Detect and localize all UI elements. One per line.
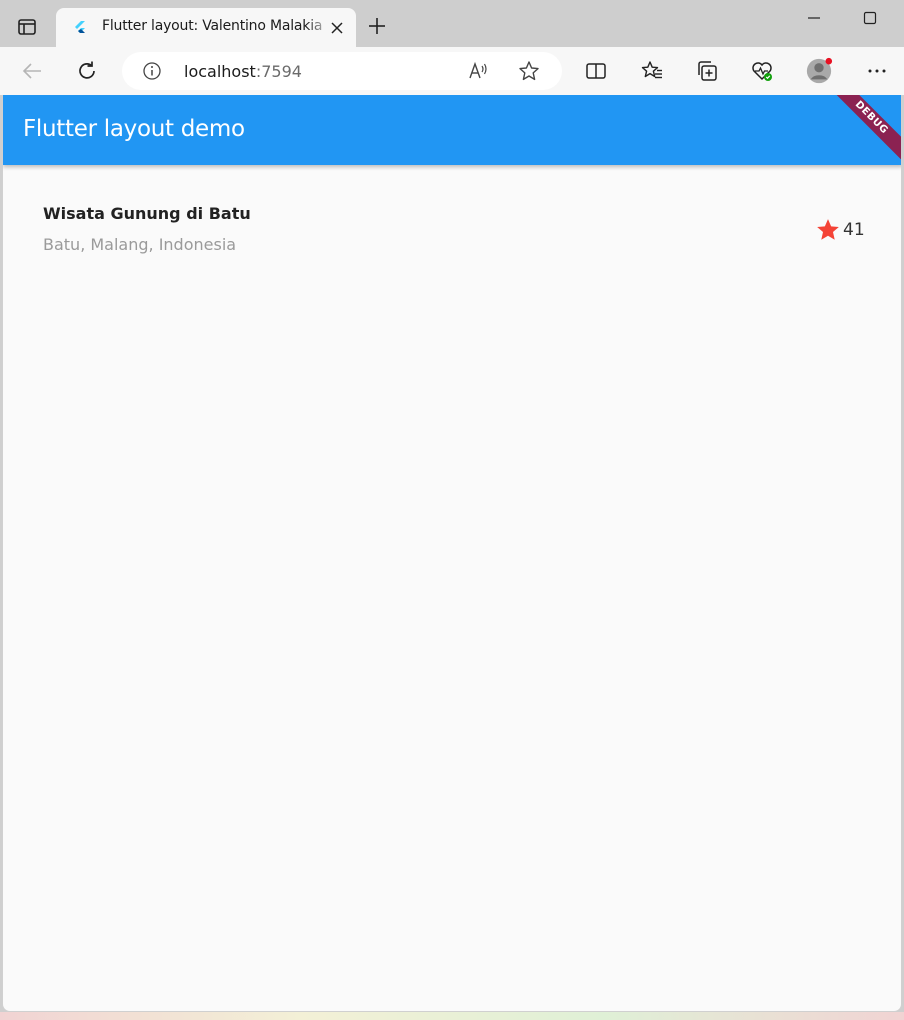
url-host: localhost xyxy=(184,62,256,81)
collections-icon[interactable] xyxy=(693,57,721,85)
tab-title: Flutter layout: Valentino Malakian xyxy=(102,18,322,34)
app-bar: Flutter layout demo DEBUG xyxy=(3,95,901,167)
more-options-icon[interactable] xyxy=(863,57,891,85)
url-text: localhost:7594 xyxy=(184,62,302,81)
favorites-icon[interactable] xyxy=(638,57,666,85)
split-screen-icon[interactable] xyxy=(582,57,610,85)
browser-toolbar: localhost:7594 xyxy=(0,47,904,95)
minimize-icon[interactable] xyxy=(804,8,824,28)
url-port: :7594 xyxy=(255,62,302,81)
app-bar-title: Flutter layout demo xyxy=(23,116,245,142)
place-title: Wisata Gunung di Batu xyxy=(43,204,251,223)
flutter-logo-icon xyxy=(72,20,88,36)
star-icon xyxy=(815,217,841,243)
site-info-icon[interactable] xyxy=(142,61,162,81)
favorite-star-icon[interactable] xyxy=(518,60,540,82)
rating-count: 41 xyxy=(843,220,865,240)
maximize-icon[interactable] xyxy=(860,8,880,28)
debug-banner: DEBUG xyxy=(822,95,901,167)
page-viewport: Flutter layout demo DEBUG Wisata Gunung … xyxy=(2,95,902,1012)
refresh-icon[interactable] xyxy=(73,57,101,85)
window-bottom-edge xyxy=(0,1012,904,1020)
browser-essentials-icon[interactable] xyxy=(748,57,776,85)
read-aloud-icon[interactable] xyxy=(468,60,490,82)
address-bar[interactable]: localhost:7594 xyxy=(122,52,562,90)
back-arrow-icon[interactable] xyxy=(18,57,46,85)
browser-tab[interactable]: Flutter layout: Valentino Malakian xyxy=(56,8,356,47)
tab-actions-icon[interactable] xyxy=(14,14,40,40)
tab-strip: Flutter layout: Valentino Malakian xyxy=(0,0,904,47)
profile-avatar[interactable] xyxy=(805,57,833,85)
rating: 41 xyxy=(815,217,865,243)
close-tab-icon[interactable] xyxy=(328,19,346,37)
place-subtitle: Batu, Malang, Indonesia xyxy=(43,235,237,254)
new-tab-icon[interactable] xyxy=(366,15,388,37)
